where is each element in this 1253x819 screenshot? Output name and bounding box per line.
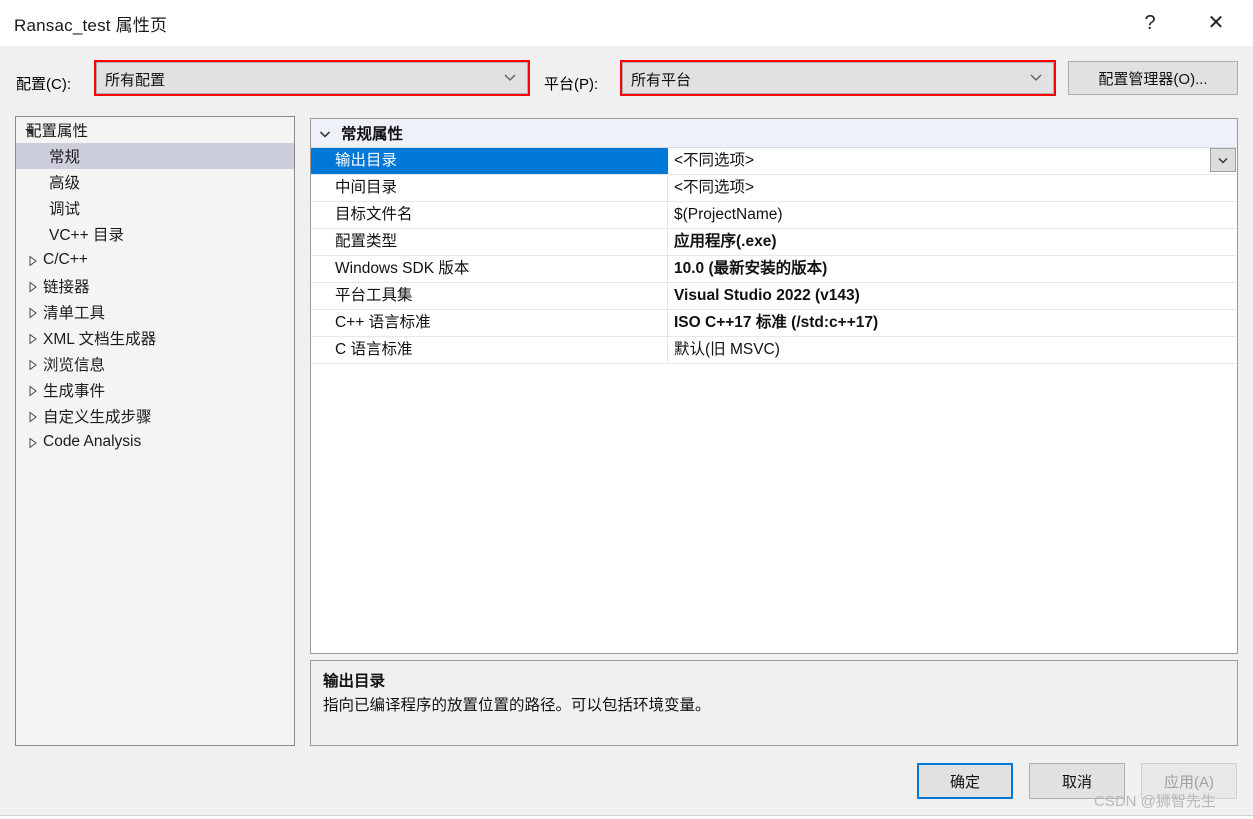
property-row[interactable]: C++ 语言标准 ISO C++17 标准 (/std:c++17) xyxy=(311,310,1237,337)
property-row[interactable]: 配置类型 应用程序(.exe) xyxy=(311,229,1237,256)
property-value[interactable]: <不同选项> xyxy=(668,148,1237,174)
tree-item-5[interactable]: C/C++ xyxy=(16,247,294,273)
tree-item-label: 清单工具 xyxy=(43,305,106,322)
tree-item-label: 链接器 xyxy=(43,279,90,296)
triangle-right-icon[interactable] xyxy=(28,306,38,319)
window-title: Ransac_test 属性页 xyxy=(14,16,168,35)
property-value[interactable]: $(ProjectName) xyxy=(668,202,1237,228)
property-name: 平台工具集 xyxy=(311,283,668,309)
property-name: 配置类型 xyxy=(311,229,668,255)
property-name: 中间目录 xyxy=(311,175,668,201)
property-grid-rows: 输出目录 <不同选项> 中间目录 <不同选项> 目标文件名 $(ProjectName) 配… xyxy=(311,148,1237,364)
property-value[interactable]: 默认(旧 MSVC) xyxy=(668,337,1237,363)
property-name: C 语言标准 xyxy=(311,337,668,363)
triangle-right-icon[interactable] xyxy=(28,384,38,397)
tree-item-label: 调试 xyxy=(49,201,81,218)
triangle-right-icon[interactable] xyxy=(28,358,38,371)
property-row[interactable]: 平台工具集 Visual Studio 2022 (v143) xyxy=(311,283,1237,310)
configuration-manager-button[interactable]: 配置管理器(O)... xyxy=(1068,61,1238,95)
tree-item-label: XML 文档生成器 xyxy=(43,331,157,348)
tree-item-label: 生成事件 xyxy=(43,383,106,400)
tree-item-3[interactable]: 调试 xyxy=(16,195,294,221)
configuration-value: 所有配置 xyxy=(105,72,166,89)
triangle-right-icon[interactable] xyxy=(28,280,38,293)
property-value[interactable]: Visual Studio 2022 (v143) xyxy=(668,283,1237,309)
description-title: 输出目录 xyxy=(323,673,386,690)
property-name: C++ 语言标准 xyxy=(311,310,668,336)
property-row[interactable]: 输出目录 <不同选项> xyxy=(311,148,1237,175)
configuration-label: 配置(C): xyxy=(16,76,71,93)
apply-button: 应用(A) xyxy=(1141,763,1237,799)
tree-item-label: C/C++ xyxy=(43,251,88,268)
platform-combobox[interactable]: 所有平台 xyxy=(622,62,1054,94)
triangle-right-icon[interactable] xyxy=(28,254,38,267)
title-bar: Ransac_test 属性页 ? ✕ xyxy=(0,0,1253,47)
value-dropdown-button[interactable] xyxy=(1210,148,1236,172)
property-value[interactable]: ISO C++17 标准 (/std:c++17) xyxy=(668,310,1237,336)
property-value[interactable]: 10.0 (最新安装的版本) xyxy=(668,256,1237,282)
tree-item-2[interactable]: 高级 xyxy=(16,169,294,195)
configuration-combobox[interactable]: 所有配置 xyxy=(96,62,528,94)
platform-value: 所有平台 xyxy=(631,72,692,89)
property-value[interactable]: 应用程序(.exe) xyxy=(668,229,1237,255)
property-row[interactable]: Windows SDK 版本 10.0 (最新安装的版本) xyxy=(311,256,1237,283)
tree-item-12[interactable]: Code Analysis xyxy=(16,429,294,455)
section-title: 常规属性 xyxy=(341,126,404,143)
triangle-right-icon[interactable] xyxy=(28,436,38,449)
property-grid-section-header[interactable]: 常规属性 xyxy=(311,119,1237,148)
question-mark-icon: ? xyxy=(1144,11,1156,34)
chevron-down-icon xyxy=(1029,70,1043,84)
chevron-down-icon[interactable] xyxy=(319,127,331,139)
triangle-right-icon[interactable] xyxy=(28,410,38,423)
property-name: 输出目录 xyxy=(311,148,668,174)
property-row[interactable]: 目标文件名 $(ProjectName) xyxy=(311,202,1237,229)
tree-item-label: VC++ 目录 xyxy=(49,227,124,244)
triangle-down-icon[interactable] xyxy=(24,125,35,137)
tree-item-label: 浏览信息 xyxy=(43,357,106,374)
tree-item-8[interactable]: XML 文档生成器 xyxy=(16,325,294,351)
description-text: 指向已编译程序的放置位置的路径。可以包括环境变量。 xyxy=(323,697,711,714)
tree-item-label: 配置属性 xyxy=(26,123,89,140)
tree-item-0[interactable]: 配置属性 xyxy=(16,117,294,143)
ok-button[interactable]: 确定 xyxy=(917,763,1013,799)
property-value[interactable]: <不同选项> xyxy=(668,175,1237,201)
tree-item-10[interactable]: 生成事件 xyxy=(16,377,294,403)
tree-item-label: Code Analysis xyxy=(43,433,142,450)
tree-item-4[interactable]: VC++ 目录 xyxy=(16,221,294,247)
description-panel: 输出目录 指向已编译程序的放置位置的路径。可以包括环境变量。 xyxy=(310,660,1238,746)
property-name: Windows SDK 版本 xyxy=(311,256,668,282)
platform-label: 平台(P): xyxy=(544,76,599,93)
tree-item-1[interactable]: 常规 xyxy=(16,143,294,169)
chevron-down-icon xyxy=(503,70,517,84)
tree-item-6[interactable]: 链接器 xyxy=(16,273,294,299)
window-bottom-edge xyxy=(0,815,1253,819)
close-icon: ✕ xyxy=(1207,11,1225,34)
tree-item-11[interactable]: 自定义生成步骤 xyxy=(16,403,294,429)
triangle-right-icon[interactable] xyxy=(28,332,38,345)
tree-item-label: 高级 xyxy=(49,175,81,192)
property-row[interactable]: 中间目录 <不同选项> xyxy=(311,175,1237,202)
help-button[interactable]: ? xyxy=(1127,0,1173,45)
property-grid[interactable]: 常规属性 输出目录 <不同选项> 中间目录 <不同选项> 目标文件名 $(ProjectN… xyxy=(310,118,1238,654)
property-name: 目标文件名 xyxy=(311,202,668,228)
property-row[interactable]: C 语言标准 默认(旧 MSVC) xyxy=(311,337,1237,364)
configuration-tree[interactable]: 配置属性常规高级调试 VC++ 目录 C/C++ 链接器清单工具 XML 文档生成器 浏览… xyxy=(15,116,295,746)
close-button[interactable]: ✕ xyxy=(1193,0,1239,45)
tree-item-label: 自定义生成步骤 xyxy=(43,409,152,426)
tree-item-label: 常规 xyxy=(49,149,81,166)
cancel-button[interactable]: 取消 xyxy=(1029,763,1125,799)
tree-item-7[interactable]: 清单工具 xyxy=(16,299,294,325)
tree-item-9[interactable]: 浏览信息 xyxy=(16,351,294,377)
